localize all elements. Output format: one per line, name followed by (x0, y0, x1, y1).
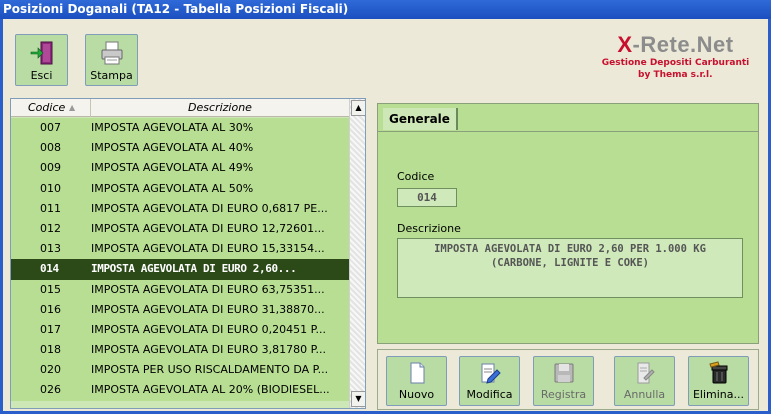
column-header-code[interactable]: Codice ▲ (11, 99, 91, 117)
row-description: IMPOSTA PER USO RISCALDAMENTO DA P... (91, 363, 329, 377)
cancel-document-icon (637, 362, 655, 384)
row-code: 012 (40, 221, 61, 235)
row-description: IMPOSTA AGEVOLATA AL 40% (91, 141, 254, 155)
save-button[interactable]: Registra (533, 356, 594, 406)
description-line-1: IMPOSTA AGEVOLATA DI EURO 2,60 PER 1.000… (434, 243, 706, 255)
table-row[interactable]: 014 IMPOSTA AGEVOLATA DI EURO 2,60... (11, 259, 349, 280)
table-row[interactable]: 010 IMPOSTA AGEVOLATA AL 50% (11, 178, 349, 199)
edit-document-icon (481, 363, 501, 384)
code-field[interactable]: 014 (397, 188, 457, 207)
table-row[interactable]: 017 IMPOSTA AGEVOLATA DI EURO 0,20451 P..… (11, 319, 349, 341)
row-code: 008 (40, 141, 61, 155)
table-row[interactable]: 007 IMPOSTA AGEVOLATA AL 30% (11, 118, 349, 139)
row-description: IMPOSTA AGEVOLATA DI EURO 0,6817 PE... (91, 201, 328, 215)
detail-panel: Generale Codice 014 Descrizione IMPOSTA … (377, 103, 759, 344)
scroll-down-icon[interactable]: ▼ (351, 391, 365, 407)
positions-grid: Codice ▲ Descrizione 007 IMPOSTA AGEVOLAT… (10, 98, 366, 409)
row-description: IMPOSTA AGEVOLATA DI EURO 2,60... (91, 262, 297, 276)
table-row[interactable]: 016 IMPOSTA AGEVOLATA DI EURO 31,38870... (11, 299, 349, 320)
row-description: IMPOSTA AGEVOLATA DI EURO 31,38870... (91, 302, 325, 316)
brand-logo: X-Rete.Net Gestione Depositi Carburanti … (588, 33, 763, 82)
table-row[interactable]: 011 IMPOSTA AGEVOLATA DI EURO 0,6817 PE..… (11, 198, 349, 219)
table-row[interactable]: 009 IMPOSTA AGEVOLATA AL 49% (11, 158, 349, 179)
scroll-up-icon[interactable]: ▲ (351, 100, 365, 116)
row-description: IMPOSTA AGEVOLATA DI EURO 63,75351... (91, 282, 325, 296)
row-description: IMPOSTA AGEVOLATA AL 49% (91, 161, 254, 175)
row-code: 018 (40, 343, 61, 357)
new-button[interactable]: Nuovo (386, 356, 447, 406)
print-button[interactable]: Stampa (85, 34, 138, 86)
brand-tagline: Gestione Depositi Carburanti (601, 58, 750, 68)
row-code: 014 (40, 262, 59, 276)
description-label: Descrizione (397, 222, 461, 235)
row-description: IMPOSTA AGEVOLATA DI EURO 12,72601... (91, 221, 325, 235)
column-header-description[interactable]: Descrizione (91, 99, 349, 117)
description-line-2: (CARBONE, LIGNITE E COKE) (490, 257, 650, 269)
table-row[interactable]: 012 IMPOSTA AGEVOLATA DI EURO 12,72601... (11, 218, 349, 240)
brand-name: X-Rete.Net (617, 32, 734, 57)
row-description: IMPOSTA AGEVOLATA DI EURO 15,33154... (91, 242, 325, 256)
save-disk-icon (554, 363, 573, 383)
row-code: 007 (40, 121, 61, 134)
row-code: 020 (40, 363, 61, 377)
new-document-icon (410, 362, 424, 384)
tab-divider (378, 131, 758, 132)
exit-door-icon (30, 41, 52, 65)
table-row[interactable]: 026 IMPOSTA AGEVOLATA AL 20% (BIODIESEL..… (11, 380, 349, 401)
trash-bin-icon (708, 361, 727, 384)
edit-button[interactable]: Modifica (459, 356, 520, 406)
sort-asc-icon: ▲ (69, 103, 76, 112)
row-description: IMPOSTA AGEVOLATA AL 50% (91, 181, 254, 195)
row-code: 011 (40, 201, 61, 215)
row-description: IMPOSTA AGEVOLATA DI EURO 3,81780 P... (91, 343, 327, 357)
table-row[interactable]: 018 IMPOSTA AGEVOLATA DI EURO 3,81780 P..… (11, 340, 349, 361)
brand-company: by Thema s.r.l. (638, 70, 713, 80)
table-row[interactable]: 020 IMPOSTA PER USO RISCALDAMENTO DA P... (11, 360, 349, 381)
description-field[interactable]: IMPOSTA AGEVOLATA DI EURO 2,60 PER 1.000… (397, 238, 743, 298)
printer-icon (101, 41, 122, 65)
delete-button[interactable]: Elimina... (688, 356, 749, 406)
table-row[interactable]: 013 IMPOSTA AGEVOLATA DI EURO 15,33154... (11, 239, 349, 260)
row-code: 009 (40, 161, 61, 175)
main-window: Esci Stampa X-Rete.Net Gestione Depositi… (0, 19, 771, 414)
grid-header: Codice ▲ Descrizione (11, 99, 349, 117)
exit-button[interactable]: Esci (15, 34, 68, 86)
grid-scrollbar[interactable]: ▲ ▼ (349, 99, 365, 408)
tab-generale[interactable]: Generale (383, 108, 458, 130)
row-code: 026 (40, 383, 61, 397)
row-description: IMPOSTA AGEVOLATA AL 20% (BIODIESEL... (91, 383, 330, 397)
row-code: 010 (40, 181, 61, 195)
cancel-button[interactable]: Annulla (614, 356, 675, 406)
grid-rows: 007 IMPOSTA AGEVOLATA AL 30% 008 IMPOSTA AG… (11, 118, 349, 401)
window-title: Posizioni Doganali (TA12 - Tabella Posiz… (0, 0, 771, 19)
row-description: IMPOSTA AGEVOLATA DI EURO 0,20451 P... (91, 322, 327, 336)
print-label: Stampa (90, 69, 133, 82)
table-row[interactable]: 008 IMPOSTA AGEVOLATA AL 40% (11, 138, 349, 159)
row-code: 015 (40, 282, 61, 296)
row-description: IMPOSTA AGEVOLATA AL 30% (91, 121, 254, 134)
table-row[interactable]: 015 IMPOSTA AGEVOLATA DI EURO 63,75351... (11, 279, 349, 300)
row-code: 017 (40, 322, 61, 336)
row-code: 013 (40, 242, 61, 256)
exit-label: Esci (30, 69, 53, 82)
row-code: 016 (40, 302, 61, 316)
action-bar: Nuovo Modifica Registra Annulla Elimina.… (377, 349, 759, 410)
code-label: Codice (397, 170, 435, 183)
